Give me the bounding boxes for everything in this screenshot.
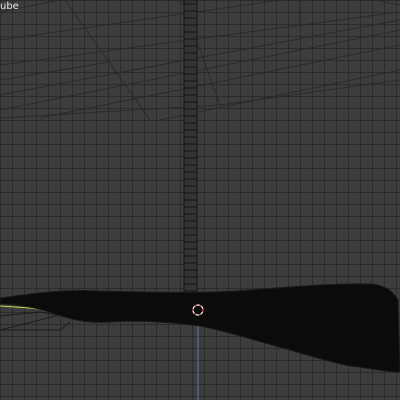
viewport-scene bbox=[0, 0, 400, 400]
ladder-mesh bbox=[183, 0, 198, 301]
wireframe-lines bbox=[0, 0, 400, 121]
mesh-plane-object[interactable] bbox=[0, 283, 400, 373]
3d-viewport[interactable]: ube bbox=[0, 0, 400, 400]
object-name-label: ube bbox=[0, 1, 19, 12]
